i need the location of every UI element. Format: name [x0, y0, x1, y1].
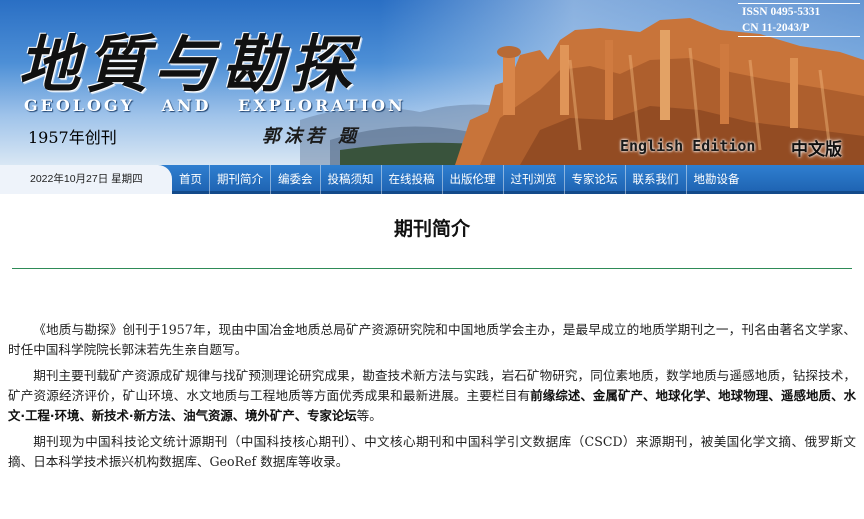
nav-item-contact[interactable]: 联系我们: [626, 165, 687, 194]
founded-year: 1957年创刊: [28, 128, 117, 147]
intro-paragraph-history: 《地质与勘探》创刊于1957年，现由中国冶金地质总局矿产资源研究院和中国地质学会…: [8, 322, 856, 357]
issn-info: ISSN 0495-5331 CN 11-2043/P: [738, 3, 860, 37]
journal-english-title: GEOLOGY AND EXPLORATION: [24, 96, 406, 115]
issn-number: ISSN 0495-5331: [742, 6, 821, 18]
nav-item-about[interactable]: 期刊简介: [210, 165, 271, 194]
nav-item-archive[interactable]: 过刊浏览: [504, 165, 565, 194]
calligraphy-signature: 郭沫若 题: [262, 126, 361, 147]
journal-introduction: 《地质与勘探》创刊于1957年，现由中国冶金地质总局矿产资源研究院和中国地质学会…: [8, 320, 856, 478]
chinese-edition-link[interactable]: 中文版: [791, 135, 842, 160]
nav-item-publication-ethics[interactable]: 出版伦理: [443, 165, 504, 194]
nav-item-expert-forum[interactable]: 专家论坛: [565, 165, 626, 194]
intro-paragraph-indexing: 期刊现为中国科技论文统计源期刊（中国科技核心期刊）、中文核心期刊和中国科学引文数…: [8, 434, 856, 469]
nav-item-editorial-board[interactable]: 编委会: [271, 165, 321, 194]
current-date: 2022年10月27日 星期四: [0, 165, 172, 194]
journal-logo-title: 地質与勘探: [18, 28, 359, 101]
page-title: 期刊简介: [393, 218, 470, 240]
header-banner: 地質与勘探 GEOLOGY AND EXPLORATION 1957年创刊 郭沫…: [0, 0, 864, 165]
scope-end: 等。: [356, 408, 382, 423]
nav-item-home[interactable]: 首页: [172, 165, 210, 194]
nav-item-equipment[interactable]: 地勘设备: [687, 165, 747, 194]
main-navigation: 2022年10月27日 星期四 首页 期刊简介 编委会 投稿须知 在线投稿 出版…: [0, 165, 864, 194]
nav-menu: 首页 期刊简介 编委会 投稿须知 在线投稿 出版伦理 过刊浏览 专家论坛 联系我…: [172, 165, 747, 194]
nav-item-online-submission[interactable]: 在线投稿: [382, 165, 443, 194]
title-divider: [12, 268, 852, 269]
intro-paragraph-scope: 期刊主要刊载矿产资源成矿规律与找矿预测理论研究成果，勘查技术新方法与实践，岩石矿…: [8, 366, 856, 426]
nav-item-submission-guide[interactable]: 投稿须知: [321, 165, 382, 194]
cn-number: CN 11-2043/P: [742, 22, 810, 34]
english-edition-link[interactable]: English Edition: [620, 137, 755, 155]
